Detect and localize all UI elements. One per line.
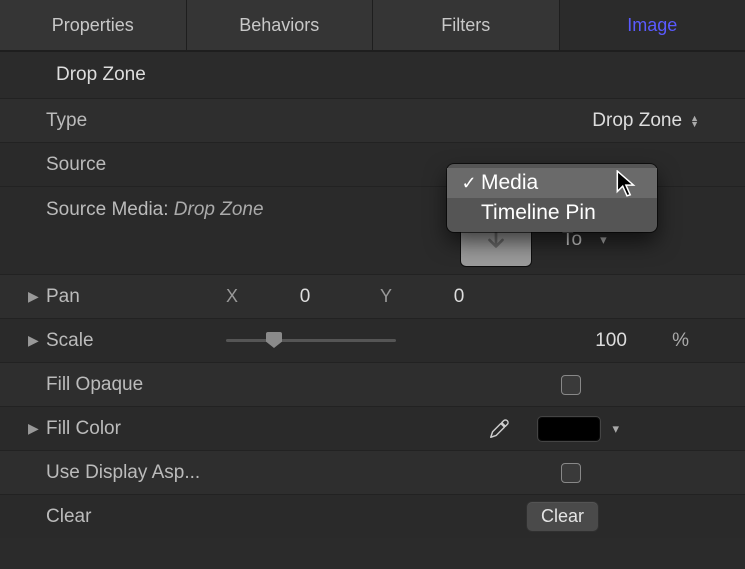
- clear-label: Clear: [46, 506, 226, 528]
- source-option-timeline-pin-label: Timeline Pin: [481, 201, 596, 225]
- tab-properties[interactable]: Properties: [0, 0, 187, 50]
- source-option-media[interactable]: ✓ Media: [447, 168, 657, 198]
- pan-disclosure[interactable]: ▶: [28, 288, 46, 305]
- tab-image[interactable]: Image: [560, 0, 745, 50]
- row-pan: ▶ Pan X 0 Y 0: [0, 274, 745, 318]
- pan-label: Pan: [46, 286, 226, 308]
- fill-color-well[interactable]: [538, 417, 600, 441]
- row-fill-color: ▶ Fill Color ▾: [0, 406, 745, 450]
- section-title: Drop Zone: [56, 64, 146, 85]
- eyedropper-icon[interactable]: [488, 418, 510, 440]
- source-media-label: Source Media: Drop Zone: [46, 197, 264, 221]
- row-clear: Clear Clear: [0, 494, 745, 538]
- type-value: Drop Zone: [592, 110, 682, 132]
- pan-y-field[interactable]: 0: [404, 286, 514, 308]
- tab-behaviors[interactable]: Behaviors: [187, 0, 374, 50]
- use-display-aspect-checkbox[interactable]: [561, 463, 581, 483]
- chevron-down-icon[interactable]: ▾: [612, 421, 619, 437]
- chevron-down-icon: ▾: [600, 232, 607, 248]
- pan-y-label: Y: [380, 286, 404, 307]
- to-label: To: [562, 229, 582, 251]
- checkmark-icon: ✓: [457, 173, 481, 194]
- tab-properties-label: Properties: [52, 15, 134, 36]
- source-option-media-label: Media: [481, 171, 538, 195]
- type-popup[interactable]: Drop Zone ▲▼: [592, 110, 729, 132]
- tab-filters[interactable]: Filters: [373, 0, 560, 50]
- source-media-prefix: Source Media:: [46, 199, 174, 220]
- fill-opaque-checkbox[interactable]: [561, 375, 581, 395]
- use-display-aspect-label: Use Display Asp...: [46, 462, 346, 484]
- to-popup[interactable]: To ▾: [562, 229, 607, 251]
- row-scale: ▶ Scale 100 %: [0, 318, 745, 362]
- clear-button-label: Clear: [541, 506, 584, 526]
- inspector-tab-bar: Properties Behaviors Filters Image: [0, 0, 745, 50]
- scale-unit: %: [672, 330, 689, 352]
- row-type: Type Drop Zone ▲▼: [0, 98, 745, 142]
- source-media-value: Drop Zone: [174, 199, 264, 220]
- scale-slider-thumb[interactable]: [266, 332, 282, 348]
- source-option-timeline-pin[interactable]: Timeline Pin: [447, 198, 657, 228]
- scale-label: Scale: [46, 330, 226, 352]
- scale-slider[interactable]: [226, 339, 396, 342]
- clear-button[interactable]: Clear: [526, 501, 599, 532]
- pan-x-field[interactable]: 0: [250, 286, 360, 308]
- fill-color-label: Fill Color: [46, 418, 226, 440]
- tab-behaviors-label: Behaviors: [239, 15, 319, 36]
- scale-disclosure[interactable]: ▶: [28, 332, 46, 349]
- updown-icon: ▲▼: [690, 115, 699, 127]
- tab-image-label: Image: [627, 15, 677, 36]
- type-label: Type: [46, 110, 226, 132]
- fill-color-disclosure[interactable]: ▶: [28, 420, 46, 437]
- row-fill-opaque: Fill Opaque: [0, 362, 745, 406]
- scale-value-field[interactable]: 100: [556, 330, 666, 352]
- tab-filters-label: Filters: [441, 15, 490, 36]
- source-label: Source: [46, 154, 226, 176]
- pan-x-label: X: [226, 286, 250, 307]
- row-use-display-aspect: Use Display Asp...: [0, 450, 745, 494]
- section-header: Drop Zone: [0, 52, 745, 98]
- source-dropdown[interactable]: ✓ Media Timeline Pin: [447, 164, 657, 232]
- fill-opaque-label: Fill Opaque: [46, 374, 346, 396]
